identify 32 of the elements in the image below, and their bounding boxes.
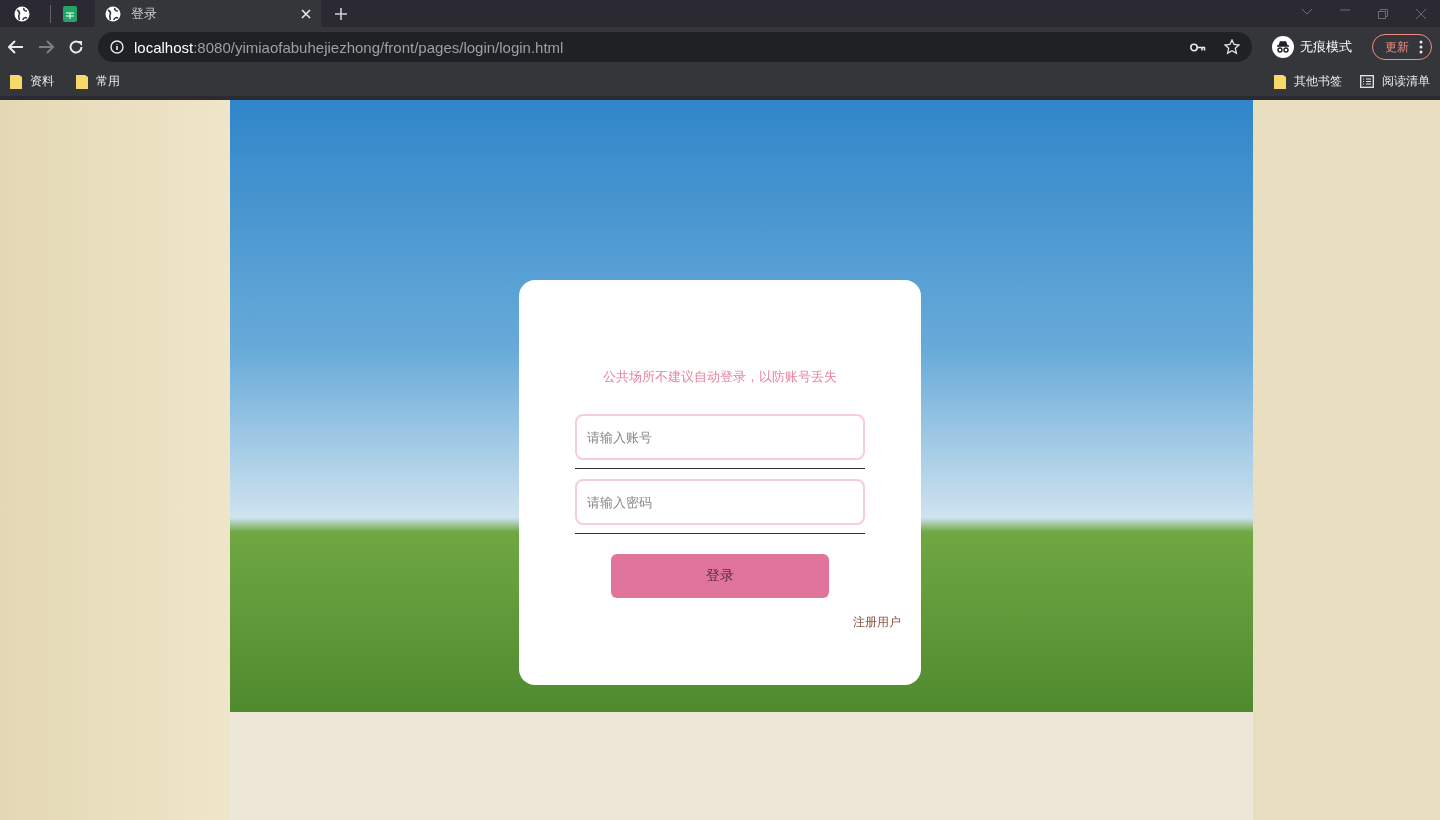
back-icon[interactable] [8,40,24,54]
bookmark-item[interactable]: 其他书签 [1274,73,1342,90]
bookmark-item[interactable]: 资料 [10,73,54,90]
globe-icon [14,5,30,22]
spreadsheet-icon[interactable] [63,5,77,22]
bookmark-item[interactable]: 常用 [76,73,120,90]
reading-list-icon [1360,75,1374,88]
key-icon[interactable] [1190,42,1206,52]
restore-icon[interactable] [1378,8,1388,19]
notice-text: 公共场所不建议自动登录，以防账号丢失 [602,368,838,386]
more-icon [1419,40,1423,54]
close-tab-icon[interactable] [301,8,311,19]
folder-icon [76,74,88,89]
username-field[interactable]: 请输入账号 [575,414,865,460]
forward-icon[interactable] [38,40,54,54]
chevron-down-icon[interactable] [1302,8,1312,15]
password-field[interactable]: 请输入密码 [575,479,865,525]
reload-icon[interactable] [68,39,84,55]
incognito-button[interactable]: 无痕模式 [1266,35,1358,59]
folder-icon [1274,74,1286,89]
address-bar[interactable]: localhost:8080/yimiaofabuhejiezhong/front/pages/login/login.html [98,32,1252,62]
register-link[interactable]: 注册用户 [853,614,901,631]
info-icon[interactable] [110,40,124,54]
incognito-icon [1272,36,1294,58]
login-button[interactable]: 登录 [611,554,829,598]
globe-icon [105,5,121,22]
close-icon[interactable] [1416,8,1426,19]
star-icon[interactable] [1224,39,1240,55]
bookmark-item[interactable]: 阅读清单 [1360,73,1430,90]
new-tab-icon[interactable] [335,7,347,20]
browser-tab[interactable]: 登录 [95,0,321,27]
folder-icon [10,74,22,89]
